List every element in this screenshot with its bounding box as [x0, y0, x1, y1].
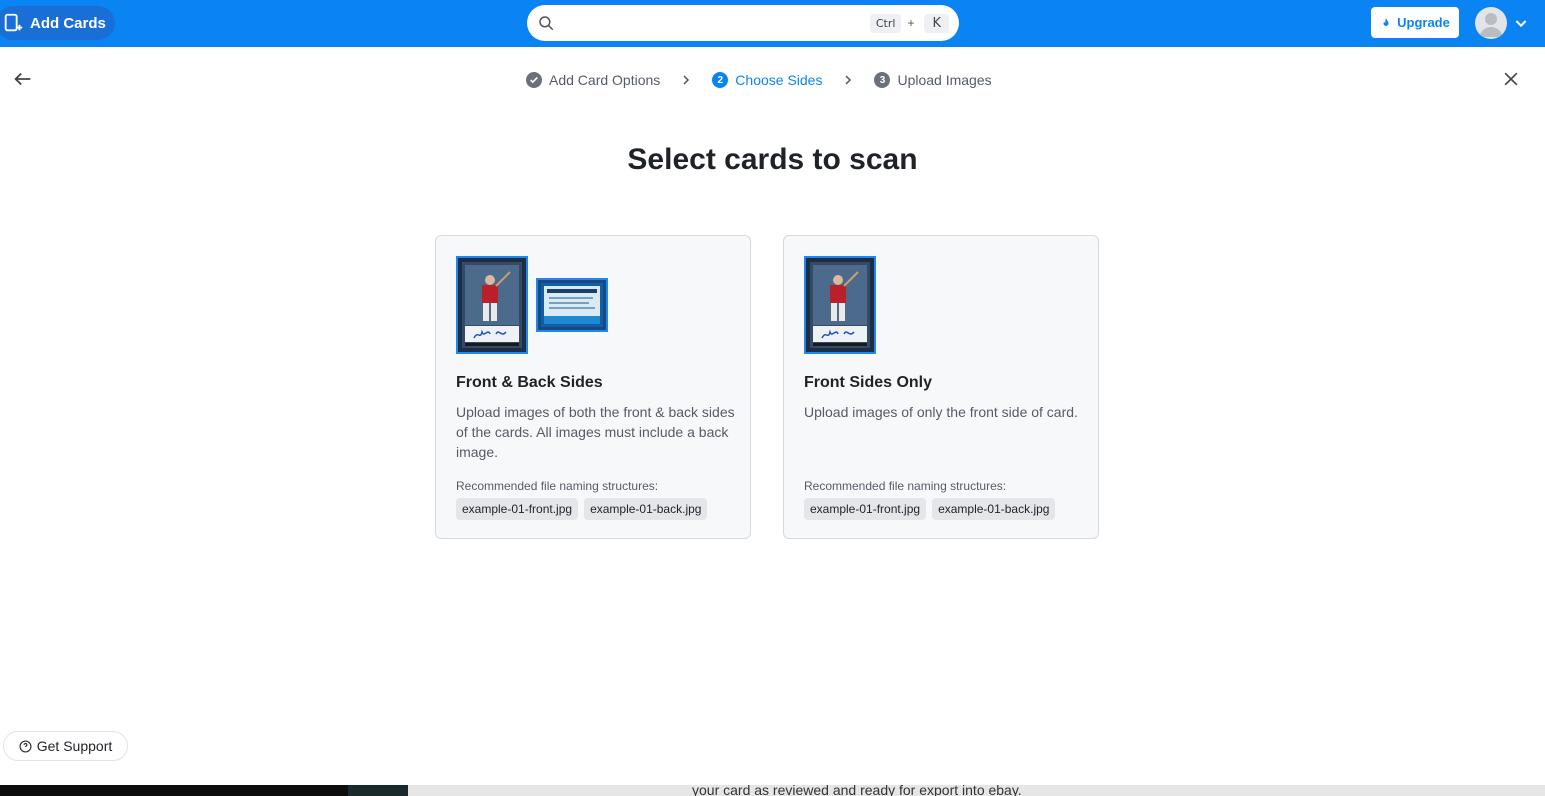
example-chip: example-01-front.jpg: [456, 498, 579, 520]
dark-panel: [348, 785, 408, 796]
front-back-option-card[interactable]: Front & Back Sides Upload images of both…: [435, 235, 751, 539]
step-number: 2: [712, 72, 729, 88]
search-icon: [539, 16, 554, 31]
chevron-down-icon[interactable]: [1513, 15, 1529, 31]
add-card-icon: [4, 13, 23, 32]
get-support-label: Get Support: [36, 738, 113, 754]
recommended-label: Recommended file naming structures:: [456, 479, 659, 493]
step-label: Upload Images: [897, 72, 992, 88]
bottom-strip: your card as reviewed and ready for expo…: [0, 785, 1545, 796]
step-upload-images[interactable]: 3 Upload Images: [874, 72, 992, 88]
chevron-right-icon: [845, 75, 852, 85]
upgrade-button[interactable]: Upgrade: [1371, 7, 1459, 38]
card-front-image: [804, 256, 876, 354]
flame-icon: [1383, 17, 1389, 26]
example-chips: example-01-front.jpg example-01-back.jpg: [456, 498, 708, 520]
stepper: Add Card Options 2 Choose Sides 3 Upload…: [526, 70, 992, 90]
example-chip: example-01-front.jpg: [804, 498, 927, 520]
search-bar[interactable]: Ctrl + K: [527, 5, 959, 41]
step-number: 3: [874, 72, 891, 88]
avatar[interactable]: [1475, 7, 1507, 39]
card-description: Upload images of only the front side of …: [804, 404, 1078, 420]
example-chip: example-01-back.jpg: [932, 498, 1056, 520]
page-title: Select cards to scan: [627, 143, 918, 176]
example-chip: example-01-back.jpg: [584, 498, 708, 520]
upgrade-label: Upgrade: [1397, 15, 1450, 30]
card-description: Upload images of both the front & back s…: [456, 404, 735, 460]
add-cards-button[interactable]: Add Cards: [0, 6, 115, 40]
card-title: Front & Back Sides: [456, 374, 603, 391]
user-icon: [1479, 13, 1503, 37]
bottom-strip-text: your card as reviewed and ready for expo…: [692, 785, 1022, 796]
dark-panel: [0, 785, 348, 796]
shortcut-k: K: [924, 13, 949, 33]
card-back-image: [536, 278, 608, 332]
help-circle-icon: [19, 739, 32, 753]
step-label: Choose Sides: [735, 72, 823, 88]
card-title: Front Sides Only: [804, 374, 933, 391]
back-arrow-icon[interactable]: [12, 68, 34, 90]
get-support-button[interactable]: Get Support: [3, 731, 128, 761]
step-choose-sides[interactable]: 2 Choose Sides: [712, 72, 822, 88]
search-input[interactable]: [563, 5, 866, 41]
step-label: Add Card Options: [549, 72, 661, 88]
close-icon[interactable]: [1501, 69, 1521, 89]
shortcut-ctrl: Ctrl: [869, 13, 902, 33]
card-front-image: [456, 256, 528, 354]
example-chips: example-01-front.jpg example-01-back.jpg: [804, 498, 1056, 520]
front-only-option-card[interactable]: Front Sides Only Upload images of only t…: [783, 235, 1099, 539]
chevron-right-icon: [683, 75, 690, 85]
add-cards-label: Add Cards: [30, 14, 106, 32]
recommended-label: Recommended file naming structures:: [804, 479, 1007, 493]
check-circle-icon: [526, 72, 542, 88]
step-add-card-options[interactable]: Add Card Options: [526, 72, 660, 88]
top-bar: Add Cards Ctrl + K Upgrade: [0, 0, 1545, 47]
shortcut-plus: +: [907, 16, 915, 30]
